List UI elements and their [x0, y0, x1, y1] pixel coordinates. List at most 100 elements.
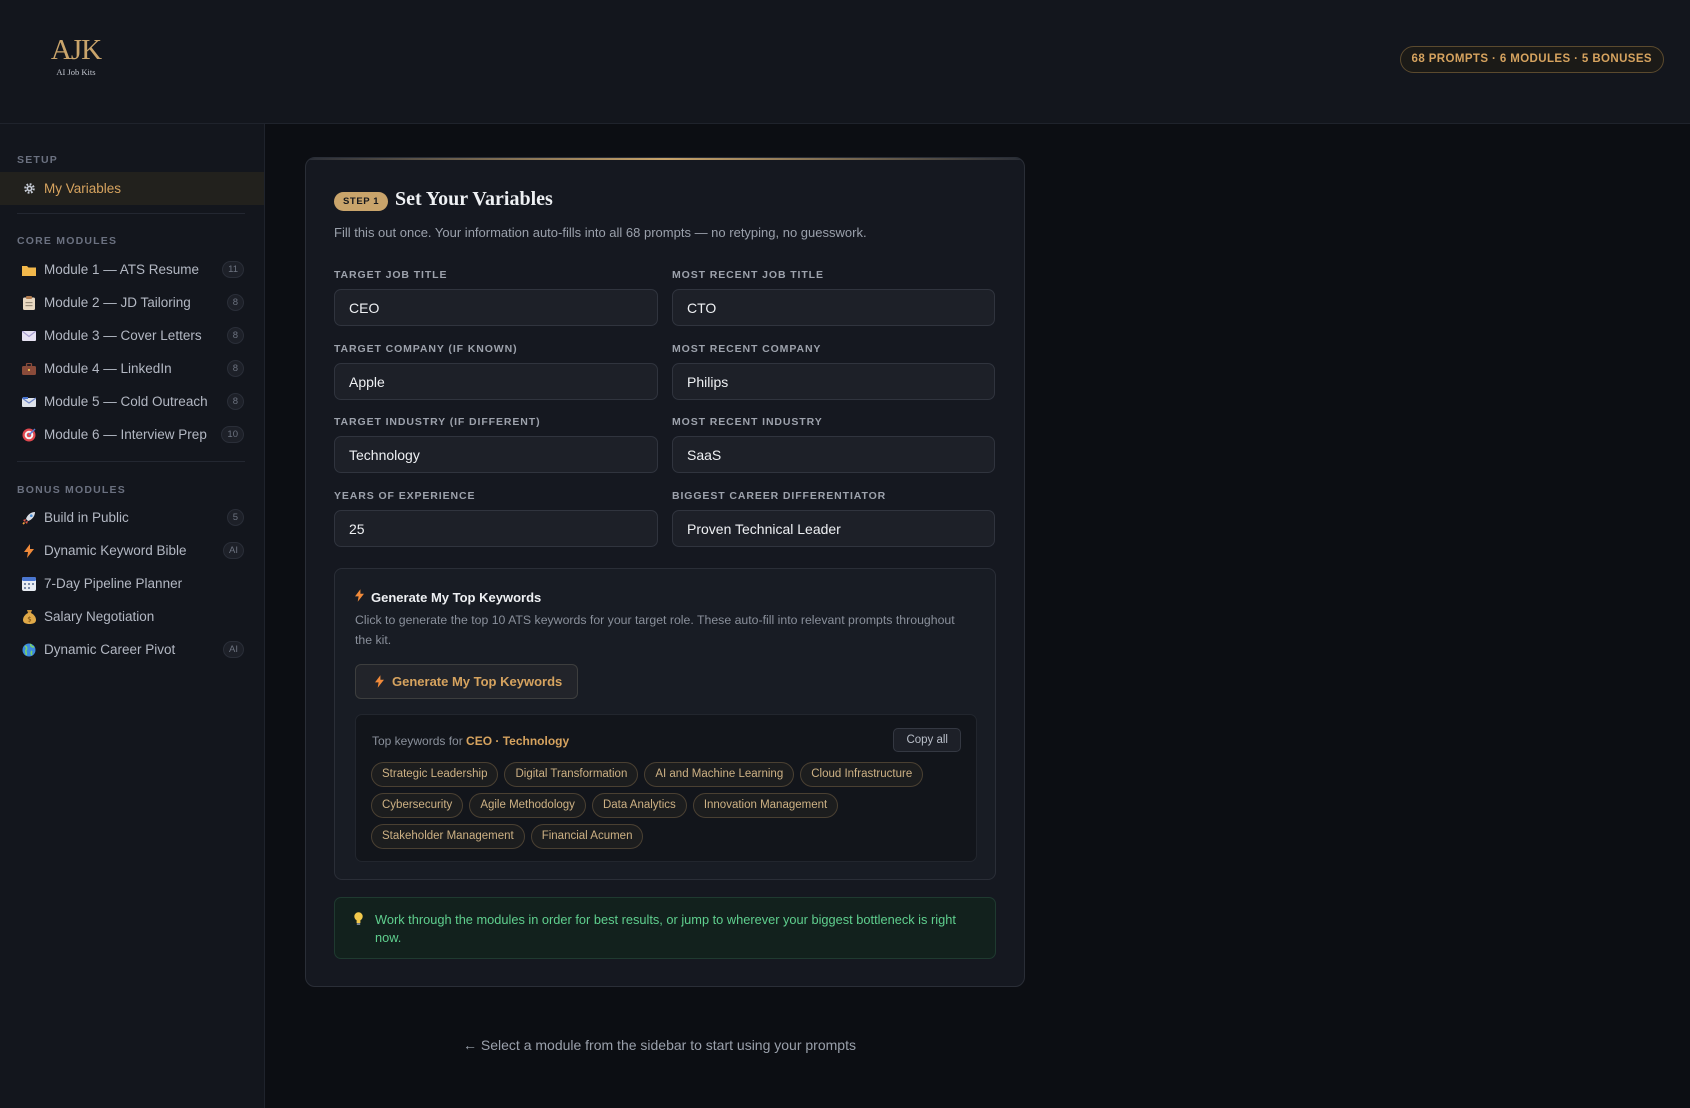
- card-accent-line: [306, 158, 1024, 160]
- bolt-icon: [375, 675, 384, 688]
- differentiator-label: BIGGEST CAREER DIFFERENTIATOR: [672, 490, 887, 502]
- recent-job-title-label: MOST RECENT JOB TITLE: [672, 269, 824, 281]
- keyword-chip[interactable]: Cybersecurity: [371, 793, 464, 818]
- target-company-input[interactable]: [334, 363, 658, 400]
- ai-badge: AI: [223, 641, 244, 658]
- sidebar-item-module-6[interactable]: Module 6 — Interview Prep 10: [0, 418, 264, 451]
- keywords-for-label: Top keywords for CEO · Technology: [372, 734, 569, 748]
- sidebar-item-module-1[interactable]: Module 1 — ATS Resume 11: [0, 253, 264, 286]
- keyword-chip[interactable]: Digital Transformation: [504, 762, 639, 787]
- target-company-label: TARGET COMPANY (IF KNOWN): [334, 343, 518, 355]
- chip-row: Stakeholder Management Financial Acumen: [371, 824, 971, 849]
- target-job-title-input[interactable]: [334, 289, 658, 326]
- target-industry-label: TARGET INDUSTRY (IF DIFFERENT): [334, 416, 541, 428]
- keyword-chip[interactable]: Data Analytics: [591, 793, 687, 818]
- target-job-title-label: TARGET JOB TITLE: [334, 269, 448, 281]
- prompt-count-badge: 8: [226, 360, 244, 377]
- copy-all-button[interactable]: Copy all: [893, 728, 961, 752]
- target-icon: [21, 427, 37, 443]
- tip-text: Work through the modules in order for be…: [375, 912, 956, 945]
- sidebar-item-module-5[interactable]: Module 5 — Cold Outreach 8: [0, 385, 264, 418]
- money-bag-icon: $: [21, 609, 37, 625]
- sidebar-item-module-3[interactable]: Module 3 — Cover Letters 8: [0, 319, 264, 352]
- recent-industry-label: MOST RECENT INDUSTRY: [672, 416, 823, 428]
- stats-badge: 68 PROMPTS · 6 MODULES · 5 BONUSES: [1399, 46, 1664, 73]
- prompt-count-badge: 10: [221, 426, 244, 443]
- sidebar-item-pipeline-planner[interactable]: 7-Day Pipeline Planner: [0, 567, 264, 600]
- sidebar-item-label: Build in Public: [44, 510, 129, 525]
- step-badge: STEP 1: [334, 192, 389, 211]
- prompt-count-badge: 11: [222, 261, 244, 278]
- keyword-chip[interactable]: Innovation Management: [692, 793, 839, 818]
- logo[interactable]: AJK AI Job Kits: [50, 34, 102, 78]
- briefcase-icon: [21, 361, 37, 377]
- sidebar-item-label: Module 1 — ATS Resume: [44, 262, 200, 277]
- keyword-chip[interactable]: Financial Acumen: [530, 824, 644, 849]
- mail-icon: [21, 394, 37, 410]
- sidebar-item-label: Module 2 — JD Tailoring: [44, 295, 191, 310]
- recent-company-input[interactable]: [672, 363, 995, 400]
- sidebar-item-label: Dynamic Career Pivot: [44, 642, 176, 657]
- keyword-chips: Strategic Leadership Digital Transformat…: [371, 762, 971, 855]
- sidebar-section-core: CORE MODULES: [17, 235, 118, 247]
- sidebar-item-label: My Variables: [44, 181, 122, 196]
- recent-job-title-input[interactable]: [672, 289, 995, 326]
- sidebar: SETUP My Variables CORE MODULES Module 1…: [0, 124, 265, 1108]
- sidebar-section-setup: SETUP: [17, 154, 59, 166]
- keyword-chip[interactable]: Agile Methodology: [469, 793, 586, 818]
- envelope-icon: [21, 328, 37, 344]
- sidebar-item-dynamic-keyword-bible[interactable]: Dynamic Keyword Bible AI: [0, 534, 264, 567]
- sidebar-item-label: Module 5 — Cold Outreach: [44, 394, 208, 409]
- page-subtitle: Fill this out once. Your information aut…: [334, 225, 867, 240]
- calendar-icon: [21, 576, 37, 592]
- bolt-icon: [355, 589, 364, 605]
- sidebar-item-build-in-public[interactable]: Build in Public 5: [0, 501, 264, 534]
- keyword-chip[interactable]: AI and Machine Learning: [644, 762, 795, 787]
- keywords-result: Top keywords for CEO · Technology Copy a…: [355, 714, 977, 862]
- keyword-chip[interactable]: Stakeholder Management: [371, 824, 525, 849]
- sidebar-divider: [17, 461, 245, 462]
- page-title: Set Your Variables: [395, 188, 553, 210]
- sidebar-divider: [17, 213, 245, 214]
- folder-icon: [21, 262, 37, 278]
- recent-company-label: MOST RECENT COMPANY: [672, 343, 822, 355]
- chip-row: Cybersecurity Agile Methodology Data Ana…: [371, 793, 971, 818]
- keywords-title-text: Generate My Top Keywords: [371, 589, 542, 605]
- sidebar-item-label: 7-Day Pipeline Planner: [44, 576, 183, 591]
- keyword-chip[interactable]: Strategic Leadership: [371, 762, 499, 787]
- years-experience-label: YEARS OF EXPERIENCE: [334, 490, 476, 502]
- sidebar-item-label: Module 4 — LinkedIn: [44, 361, 172, 376]
- sidebar-item-my-variables[interactable]: My Variables: [0, 172, 264, 205]
- prompt-count-badge: 8: [226, 327, 244, 344]
- keywords-title: Generate My Top Keywords: [355, 589, 541, 605]
- keywords-for-prefix: Top keywords for: [372, 734, 463, 748]
- keywords-description: Click to generate the top 10 ATS keyword…: [355, 613, 955, 647]
- keyword-chip[interactable]: Cloud Infrastructure: [800, 762, 924, 787]
- chip-row: Strategic Leadership Digital Transformat…: [371, 762, 971, 787]
- years-experience-input[interactable]: [334, 510, 658, 547]
- sidebar-item-label: Module 6 — Interview Prep: [44, 427, 207, 442]
- sidebar-item-salary-negotiation[interactable]: $ Salary Negotiation: [0, 600, 264, 633]
- select-module-hint: ← Select a module from the sidebar to st…: [463, 1037, 856, 1053]
- bolt-icon: [21, 543, 37, 559]
- target-industry-input[interactable]: [334, 436, 658, 473]
- generate-keywords-button[interactable]: Generate My Top Keywords: [355, 664, 579, 699]
- svg-text:$: $: [27, 615, 31, 623]
- recent-industry-input[interactable]: [672, 436, 995, 473]
- sidebar-item-career-pivot[interactable]: Dynamic Career Pivot AI: [0, 633, 264, 666]
- prompt-count-badge: 8: [226, 393, 244, 410]
- differentiator-input[interactable]: [672, 510, 995, 547]
- sidebar-item-label: Module 3 — Cover Letters: [44, 328, 202, 343]
- sidebar-item-label: Dynamic Keyword Bible: [44, 543, 187, 558]
- sidebar-item-module-4[interactable]: Module 4 — LinkedIn 8: [0, 352, 264, 385]
- logo-mark: AJK: [50, 34, 102, 66]
- sidebar-section-bonus: BONUS MODULES: [17, 484, 126, 496]
- logo-subtitle: AI Job Kits: [56, 67, 96, 77]
- gear-icon: [21, 181, 37, 197]
- generate-keywords-label: Generate My Top Keywords: [392, 674, 563, 689]
- keywords-for-value: CEO · Technology: [466, 734, 570, 748]
- sidebar-item-label: Salary Negotiation: [44, 609, 155, 624]
- rocket-icon: [21, 510, 37, 526]
- sidebar-item-module-2[interactable]: Module 2 — JD Tailoring 8: [0, 286, 264, 319]
- prompt-count-badge: 8: [226, 294, 244, 311]
